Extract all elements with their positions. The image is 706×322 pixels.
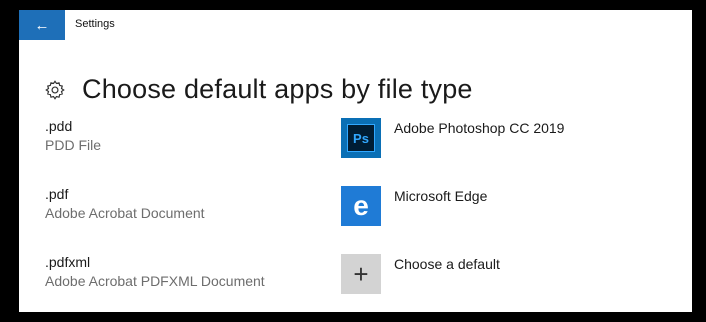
settings-window: ← Settings Choose default apps by file t… [19,10,692,312]
file-extension: .pdfxml [45,254,91,270]
choose-default-button[interactable]: + Choose a default [341,254,500,294]
file-type-row-pdfxml: .pdfxml Adobe Acrobat PDFXML Document + … [45,254,685,302]
window-title: Settings [75,18,115,30]
file-type-row-pdf: .pdf Adobe Acrobat Document e Microsoft … [45,186,685,234]
edge-icon: e [341,186,381,226]
title-bar: ← Settings [19,10,692,40]
back-arrow-icon: ← [34,16,50,34]
file-extension: .pdf [45,186,69,202]
page-header: Choose default apps by file type [44,74,473,105]
file-type-row-pdd: .pdd PDD File Ps Adobe Photoshop CC 2019 [45,118,685,166]
file-type-description: Adobe Acrobat PDFXML Document [45,273,265,289]
photoshop-icon-label: Ps [347,124,375,152]
default-app-button[interactable]: e Microsoft Edge [341,186,487,226]
back-button[interactable]: ← [19,10,65,40]
screenshot-frame: ← Settings Choose default apps by file t… [0,0,706,322]
default-app-button[interactable]: Ps Adobe Photoshop CC 2019 [341,118,564,158]
default-app-name: Microsoft Edge [394,188,488,204]
default-app-name: Choose a default [394,256,500,272]
file-type-description: PDD File [45,137,102,153]
file-type-description: Adobe Acrobat Document [45,205,205,221]
file-extension: .pdd [45,118,73,134]
photoshop-icon: Ps [341,118,381,158]
plus-icon: + [341,254,381,294]
page-title: Choose default apps by file type [82,74,473,104]
gear-icon [45,79,65,100]
default-app-name: Adobe Photoshop CC 2019 [394,120,565,136]
